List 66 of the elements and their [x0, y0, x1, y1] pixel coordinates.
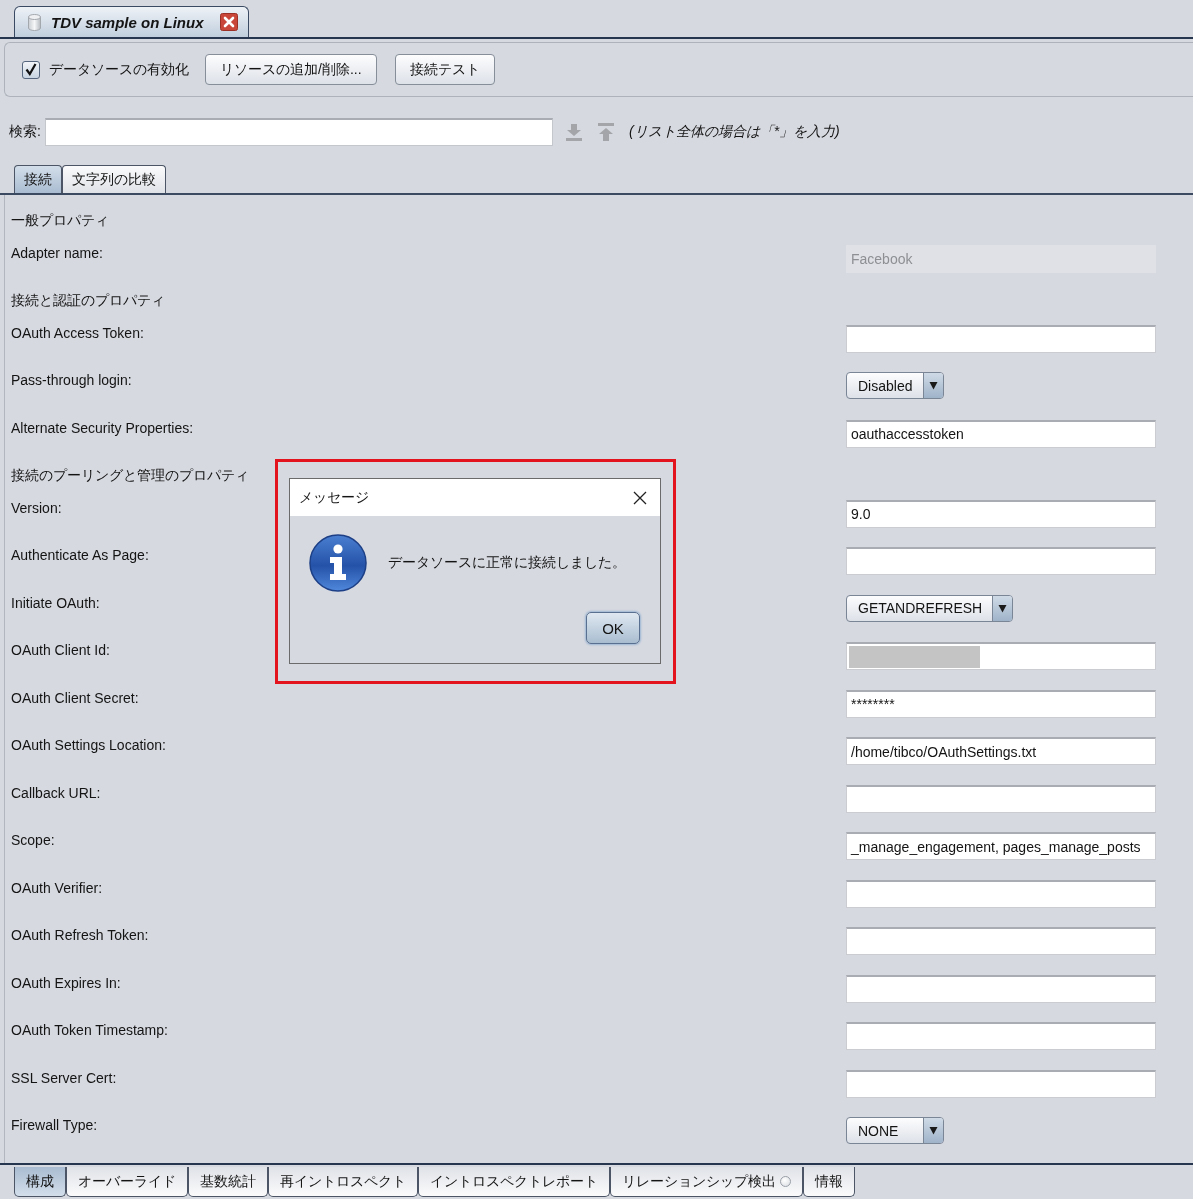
tab[interactable]: 基数統計	[188, 1167, 268, 1197]
field-label: Alternate Security Properties:	[11, 419, 194, 436]
field-label: OAuth Client Secret:	[11, 689, 139, 706]
input-field[interactable]	[846, 974, 1156, 1003]
document-tab[interactable]: TDV sample on Linux	[14, 6, 249, 37]
input-field[interactable]	[846, 879, 1156, 908]
input-field[interactable]	[846, 642, 1156, 670]
arrow-up-bar-icon[interactable]	[597, 123, 615, 141]
input-field[interactable]: ********	[846, 689, 1156, 718]
tab[interactable]: リレーションシップ検出	[610, 1167, 803, 1197]
tab[interactable]: イントロスペクトレポート	[418, 1167, 610, 1197]
input-field[interactable]	[846, 324, 1156, 353]
field-label: Scope:	[11, 832, 55, 848]
close-icon[interactable]	[219, 13, 238, 31]
dropdown[interactable]: Disabled	[846, 372, 944, 399]
search-field[interactable]	[45, 118, 553, 146]
input-field[interactable]	[846, 927, 1156, 955]
field-label: Authenticate As Page:	[11, 547, 149, 563]
input-field[interactable]: _manage_engagement, pages_manage_posts	[846, 832, 1156, 860]
toolbar-button[interactable]: リソースの追加/削除...	[205, 54, 377, 85]
tab[interactable]: 再イントロスペクト	[268, 1167, 418, 1197]
search-hint: (リスト全体の場合は「*」を入力)	[629, 123, 840, 141]
input-field[interactable]: oauthaccesstoken	[846, 419, 1156, 448]
field-label: OAuth Settings Location:	[11, 737, 166, 753]
section-heading: 接続と認証のプロパティ	[11, 292, 165, 308]
search-label: 検索:	[9, 123, 42, 141]
field-label: OAuth Verifier:	[11, 879, 103, 896]
field-label: SSL Server Cert:	[11, 1069, 117, 1086]
checkbox[interactable]	[22, 60, 40, 79]
field-label: Firewall Type:	[11, 1117, 98, 1133]
input-field[interactable]: 9.0	[846, 499, 1156, 528]
field-label: OAuth Access Token:	[11, 324, 144, 341]
status-circle-icon	[780, 1176, 791, 1187]
dialog-message: データソースに正常に接続しました。	[388, 554, 626, 572]
section-heading: 一般プロパティ	[11, 212, 109, 228]
close-icon[interactable]	[633, 490, 647, 505]
dropdown[interactable]: GETANDREFRESH	[846, 594, 1014, 622]
field-label: Callback URL:	[11, 784, 101, 801]
field-label: OAuth Token Timestamp:	[11, 1022, 168, 1038]
arrow-down-bar-icon[interactable]	[565, 123, 583, 141]
input-field[interactable]	[846, 547, 1156, 575]
toolbar-button[interactable]: 接続テスト	[394, 54, 495, 85]
field-label: Initiate OAuth:	[11, 594, 100, 611]
tab[interactable]: 情報	[803, 1167, 855, 1197]
ok-button[interactable]: OK	[586, 612, 640, 644]
field-label: OAuth Client Id:	[11, 642, 110, 658]
tab[interactable]: 文字列の比較	[62, 165, 166, 193]
tab[interactable]: 構成	[14, 1167, 66, 1197]
input-field: Facebook	[846, 244, 1156, 273]
field-label: OAuth Expires In:	[11, 974, 121, 991]
input-field[interactable]	[846, 784, 1156, 813]
input-field[interactable]	[846, 1022, 1156, 1050]
database-icon	[28, 13, 41, 31]
info-icon	[309, 534, 367, 592]
dialog-title: メッセージ	[299, 488, 369, 507]
input-field[interactable]	[846, 1069, 1156, 1098]
field-label: Adapter name:	[11, 244, 103, 261]
dropdown[interactable]: NONE	[846, 1117, 944, 1144]
checkbox-label[interactable]: データソースの有効化	[49, 60, 189, 79]
tab[interactable]: オーバーライド	[66, 1167, 188, 1197]
tab[interactable]: 接続	[14, 165, 62, 193]
input-field[interactable]: /home/tibco/OAuthSettings.txt	[846, 737, 1156, 765]
field-label: Pass-through login:	[11, 372, 132, 388]
field-label: Version:	[11, 499, 62, 516]
field-label: OAuth Refresh Token:	[11, 927, 149, 943]
section-heading: 接続のプーリングと管理のプロパティ	[11, 467, 249, 483]
